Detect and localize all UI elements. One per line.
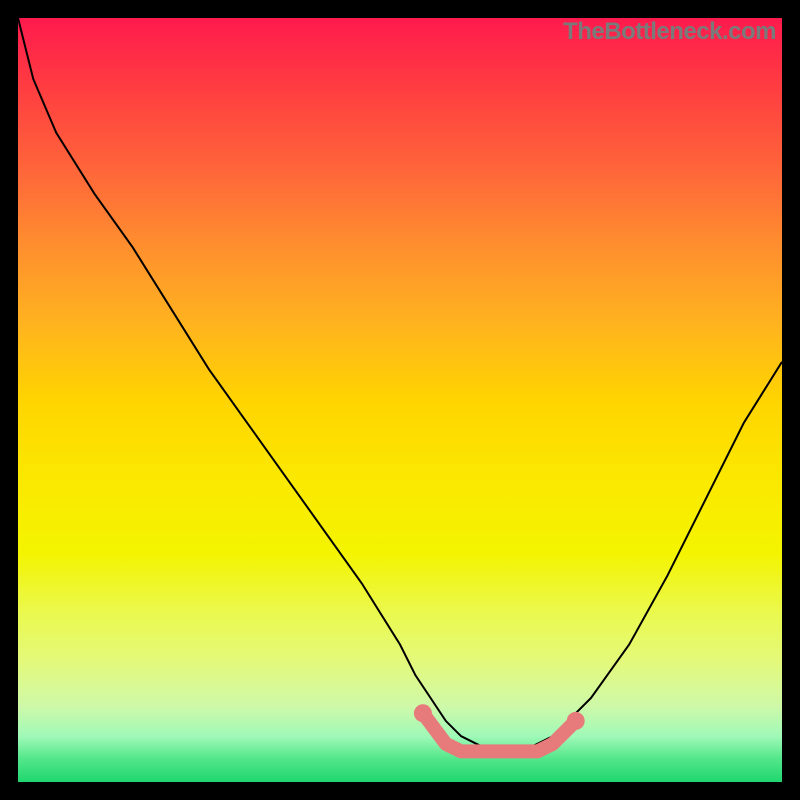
marker-end-dot bbox=[414, 704, 432, 722]
marker-band-path bbox=[423, 713, 576, 751]
chart-container: TheBottleneck.com bbox=[0, 0, 800, 800]
chart-svg bbox=[18, 18, 782, 782]
marker-end-dot bbox=[567, 712, 585, 730]
curve-path bbox=[18, 18, 782, 751]
plot-area: TheBottleneck.com bbox=[18, 18, 782, 782]
